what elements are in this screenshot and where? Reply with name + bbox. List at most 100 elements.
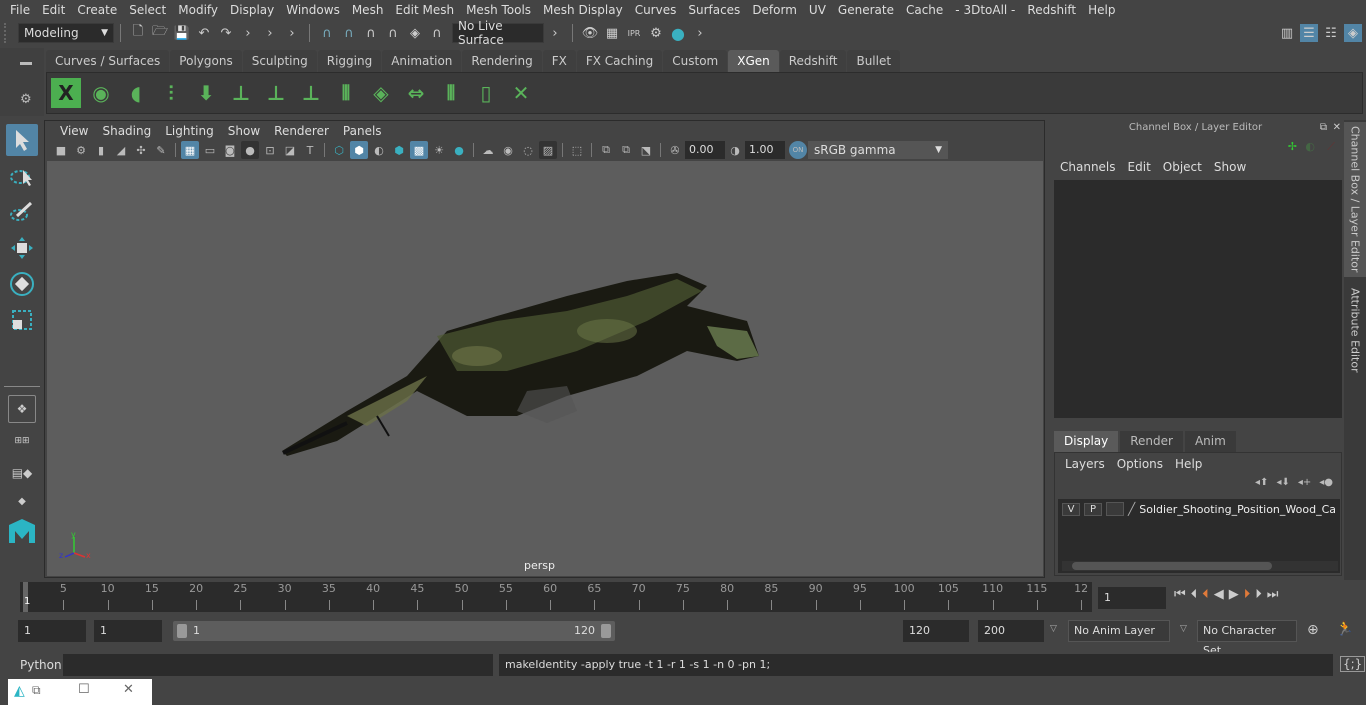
- play-backwards-icon[interactable]: ◀: [1214, 587, 1224, 602]
- screen-space-ao-icon[interactable]: ☁: [479, 141, 497, 159]
- step-back-frame-icon[interactable]: ⏴: [1191, 587, 1198, 602]
- shelf-tab-fx-caching[interactable]: FX Caching: [576, 50, 663, 72]
- xgen-editor-icon[interactable]: X: [51, 78, 81, 108]
- modeling-toolkit-icon[interactable]: ▥: [1278, 24, 1296, 42]
- lock-guide-icon[interactable]: ⊥: [296, 78, 326, 108]
- layer-menu-options[interactable]: Options: [1111, 457, 1169, 471]
- attribute-editor-icon[interactable]: ☰: [1300, 24, 1318, 42]
- new-scene-icon[interactable]: 🗋: [129, 24, 147, 42]
- menu-create[interactable]: Create: [71, 3, 123, 17]
- layer-menu-help[interactable]: Help: [1169, 457, 1208, 471]
- layer-row[interactable]: V P ╱ Soldier_Shooting_Position_Wood_Ca: [1058, 499, 1340, 519]
- channel-box-menu-channels[interactable]: Channels: [1054, 160, 1122, 174]
- safe-title-icon[interactable]: T: [301, 141, 319, 159]
- hyperbolic-icon[interactable]: ⟋: [1327, 140, 1335, 154]
- place-guides-icon[interactable]: ⬇: [191, 78, 221, 108]
- channel-box-menu-show[interactable]: Show: [1208, 160, 1252, 174]
- collapse-arrow-icon[interactable]: ›: [283, 24, 301, 42]
- time-slider[interactable]: 1 5 10 15 20 25 30 35 40 45 50 55 60 65 70 75 80 85 90 95 1…: [20, 582, 1092, 612]
- manipulator-icon[interactable]: ✢: [1288, 140, 1297, 153]
- tab-attribute-editor[interactable]: Attribute Editor: [1344, 280, 1366, 380]
- layer-menu-layers[interactable]: Layers: [1059, 457, 1111, 471]
- chevron-down-icon[interactable]: ▽: [1180, 624, 1187, 634]
- make-live-icon[interactable]: ∩: [428, 24, 446, 42]
- toggle-visibility-icon[interactable]: ◉: [86, 78, 116, 108]
- menu-edit-mesh[interactable]: Edit Mesh: [389, 3, 460, 17]
- menu-mesh-tools[interactable]: Mesh Tools: [460, 3, 537, 17]
- move-tool-icon[interactable]: [6, 232, 38, 264]
- step-back-key-icon[interactable]: ⏴: [1202, 587, 1209, 602]
- xray-active-components-icon[interactable]: ⧉: [617, 141, 635, 159]
- shelf-tab-sculpting[interactable]: Sculpting: [242, 50, 317, 72]
- shelf-tab-animation[interactable]: Animation: [382, 50, 462, 72]
- menu-display[interactable]: Display: [224, 3, 280, 17]
- command-input[interactable]: [63, 654, 493, 676]
- new-layer-selected-icon[interactable]: ◂●: [1319, 477, 1333, 488]
- hypershade-icon[interactable]: ●: [669, 24, 687, 43]
- gamma-field[interactable]: 1.00: [745, 141, 785, 159]
- snap-view-plane-icon[interactable]: ∩: [384, 24, 402, 42]
- live-surface-field[interactable]: No Live Surface: [452, 19, 544, 47]
- channel-box-icon[interactable]: ◈: [1344, 24, 1362, 42]
- layer-tab-display[interactable]: Display: [1054, 431, 1119, 452]
- wireframe-on-shaded-icon[interactable]: ⬢: [390, 141, 408, 159]
- go-to-end-icon[interactable]: ⏭: [1267, 587, 1279, 602]
- move-layer-up-icon[interactable]: ◂⬆: [1255, 477, 1268, 488]
- soldier-model[interactable]: [47, 161, 1043, 576]
- range-start-handle[interactable]: [177, 624, 187, 638]
- smooth-shade-icon[interactable]: ⬢: [350, 141, 368, 159]
- menu-edit[interactable]: Edit: [36, 3, 71, 17]
- exposure-field[interactable]: 0.00: [685, 141, 725, 159]
- shelf-tab-custom[interactable]: Custom: [663, 50, 728, 72]
- new-layer-icon[interactable]: ◂+: [1298, 477, 1311, 488]
- viewport-menu-show[interactable]: Show: [221, 124, 267, 138]
- undo-icon[interactable]: ↶: [195, 24, 213, 42]
- shelf-tab-rigging[interactable]: Rigging: [317, 50, 382, 72]
- menu-windows[interactable]: Windows: [280, 3, 346, 17]
- drag-handle[interactable]: [4, 23, 18, 43]
- delete-guide-icon[interactable]: ✕: [506, 78, 536, 108]
- menu-deform[interactable]: Deform: [746, 3, 803, 17]
- layer-name[interactable]: Soldier_Shooting_Position_Wood_Ca: [1139, 503, 1336, 516]
- flip-guide-icon[interactable]: ⇔: [401, 78, 431, 108]
- redo-icon[interactable]: ↷: [217, 24, 235, 42]
- end-time-field[interactable]: 200: [978, 620, 1044, 642]
- depth-of-field-icon[interactable]: ▨: [539, 141, 557, 159]
- resolution-gate-icon[interactable]: ◙: [221, 141, 239, 159]
- use-all-lights-icon[interactable]: ☀: [430, 141, 448, 159]
- move-layer-down-icon[interactable]: ◂⬇: [1276, 477, 1289, 488]
- anim-layer-dropdown[interactable]: No Anim Layer: [1068, 620, 1170, 642]
- menu-surfaces[interactable]: Surfaces: [682, 3, 746, 17]
- menu-help[interactable]: Help: [1082, 3, 1121, 17]
- step-forward-key-icon[interactable]: ⏵: [1244, 587, 1251, 602]
- color-space-dropdown[interactable]: sRGB gamma ▼: [808, 141, 948, 159]
- isolate-select-icon[interactable]: ⬚: [568, 141, 586, 159]
- collapse-arrow-icon[interactable]: ›: [691, 24, 709, 42]
- channel-box-menu-object[interactable]: Object: [1157, 160, 1208, 174]
- gamma-icon[interactable]: ◑: [726, 141, 744, 159]
- textured-icon[interactable]: ▩: [410, 141, 428, 159]
- viewport-menu-renderer[interactable]: Renderer: [267, 124, 336, 138]
- image-plane-icon[interactable]: ◢: [112, 141, 130, 159]
- safe-action-icon[interactable]: ◪: [281, 141, 299, 159]
- menu-redshift[interactable]: Redshift: [1021, 3, 1082, 17]
- four-view-layout-icon[interactable]: ⊞⊞: [8, 427, 36, 455]
- menu-curves[interactable]: Curves: [629, 3, 683, 17]
- scale-tool-icon[interactable]: [6, 304, 38, 336]
- menu-mesh[interactable]: Mesh: [346, 3, 390, 17]
- menu-modify[interactable]: Modify: [172, 3, 224, 17]
- shelf-tab-bullet[interactable]: Bullet: [847, 50, 901, 72]
- 2d-pan-zoom-icon[interactable]: ✣: [132, 141, 150, 159]
- script-language-toggle[interactable]: Python: [20, 658, 62, 672]
- menu-file[interactable]: File: [4, 3, 36, 17]
- menu-uv[interactable]: UV: [803, 3, 832, 17]
- shelf-tab-polygons[interactable]: Polygons: [170, 50, 242, 72]
- maximize-icon[interactable]: ☐: [78, 682, 90, 697]
- close-icon[interactable]: ✕: [1333, 122, 1341, 133]
- menu-cache[interactable]: Cache: [900, 3, 949, 17]
- auto-key-icon[interactable]: ⊕: [1307, 622, 1319, 638]
- xray-icon[interactable]: ⧉: [597, 141, 615, 159]
- select-tool-icon[interactable]: [6, 124, 38, 156]
- tool-settings-icon[interactable]: ☷: [1322, 24, 1340, 42]
- shelf-tab-redshift[interactable]: Redshift: [779, 50, 847, 72]
